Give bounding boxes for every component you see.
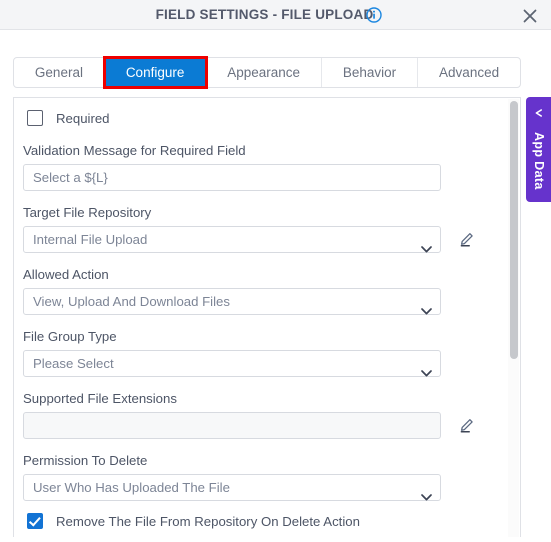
allowed-action-select[interactable]: View, Upload And Download Files bbox=[23, 288, 441, 315]
field-settings-dialog: FIELD SETTINGS - FILE UPLOAD General Con… bbox=[0, 0, 551, 542]
app-data-label: App Data bbox=[532, 131, 546, 190]
allowed-action-row: View, Upload And Download Files bbox=[23, 288, 506, 315]
settings-tabbar: General Configure Appearance Behavior Ad… bbox=[13, 56, 521, 89]
close-icon[interactable] bbox=[519, 5, 541, 27]
info-circle-icon[interactable] bbox=[366, 7, 382, 23]
remove-from-repository-checkbox-label: Remove The File From Repository On Delet… bbox=[56, 513, 360, 529]
configure-form: Required Validation Message for Required… bbox=[14, 98, 506, 537]
supported-file-extensions-label: Supported File Extensions bbox=[23, 391, 177, 406]
required-checkbox-label: Required bbox=[56, 110, 110, 126]
chevron-left-icon bbox=[533, 104, 544, 117]
target-file-repository-select[interactable]: Internal File Upload bbox=[23, 226, 441, 253]
permission-to-delete-select[interactable]: User Who Has Uploaded The File bbox=[23, 474, 441, 501]
panel-scrollbar-thumb[interactable] bbox=[509, 101, 518, 359]
app-data-panel-toggle[interactable]: App Data bbox=[526, 97, 551, 202]
chevron-down-icon bbox=[421, 360, 432, 377]
file-group-type-row: Please Select bbox=[23, 350, 506, 377]
remove-from-repository-checkbox[interactable] bbox=[27, 513, 43, 529]
dialog-titlebar: FIELD SETTINGS - FILE UPLOAD bbox=[0, 0, 551, 30]
chevron-down-icon bbox=[421, 236, 432, 253]
tab-configure[interactable]: Configure bbox=[102, 56, 209, 89]
required-checkbox[interactable] bbox=[27, 110, 43, 126]
configure-panel: Required Validation Message for Required… bbox=[13, 97, 521, 537]
tab-appearance[interactable]: Appearance bbox=[206, 58, 322, 87]
remove-from-repository-checkbox-row[interactable]: Remove The File From Repository On Delet… bbox=[23, 510, 506, 532]
target-file-repository-edit-pencil-icon[interactable] bbox=[459, 230, 476, 247]
target-file-repository-label: Target File Repository bbox=[23, 205, 152, 220]
supported-file-extensions-edit-pencil-icon[interactable] bbox=[459, 416, 476, 433]
supported-file-extensions-input[interactable] bbox=[23, 412, 441, 439]
permission-to-delete-row: User Who Has Uploaded The File bbox=[23, 474, 506, 501]
target-file-repository-row: Internal File Upload bbox=[23, 226, 506, 253]
allowed-action-label: Allowed Action bbox=[23, 267, 109, 282]
target-file-repository-value: Internal File Upload bbox=[33, 232, 148, 247]
allowed-action-value: View, Upload And Download Files bbox=[33, 294, 230, 309]
validation-message-row bbox=[23, 164, 506, 191]
validation-message-input[interactable] bbox=[23, 164, 441, 191]
validation-message-label: Validation Message for Required Field bbox=[23, 143, 246, 158]
required-checkbox-row[interactable]: Required bbox=[23, 107, 506, 129]
dialog-title: FIELD SETTINGS - FILE UPLOAD bbox=[155, 7, 374, 22]
panel-scrollbar-track[interactable] bbox=[508, 99, 519, 537]
file-group-type-select[interactable]: Please Select bbox=[23, 350, 441, 377]
chevron-down-icon bbox=[421, 484, 432, 501]
file-group-type-value: Please Select bbox=[33, 356, 114, 371]
tab-advanced[interactable]: Advanced bbox=[418, 58, 520, 87]
supported-file-extensions-row bbox=[23, 412, 506, 439]
chevron-down-icon bbox=[421, 298, 432, 315]
permission-to-delete-value: User Who Has Uploaded The File bbox=[33, 480, 230, 495]
tab-general[interactable]: General bbox=[14, 58, 105, 87]
file-group-type-label: File Group Type bbox=[23, 329, 117, 344]
tab-behavior[interactable]: Behavior bbox=[322, 58, 419, 87]
permission-to-delete-label: Permission To Delete bbox=[23, 453, 148, 468]
